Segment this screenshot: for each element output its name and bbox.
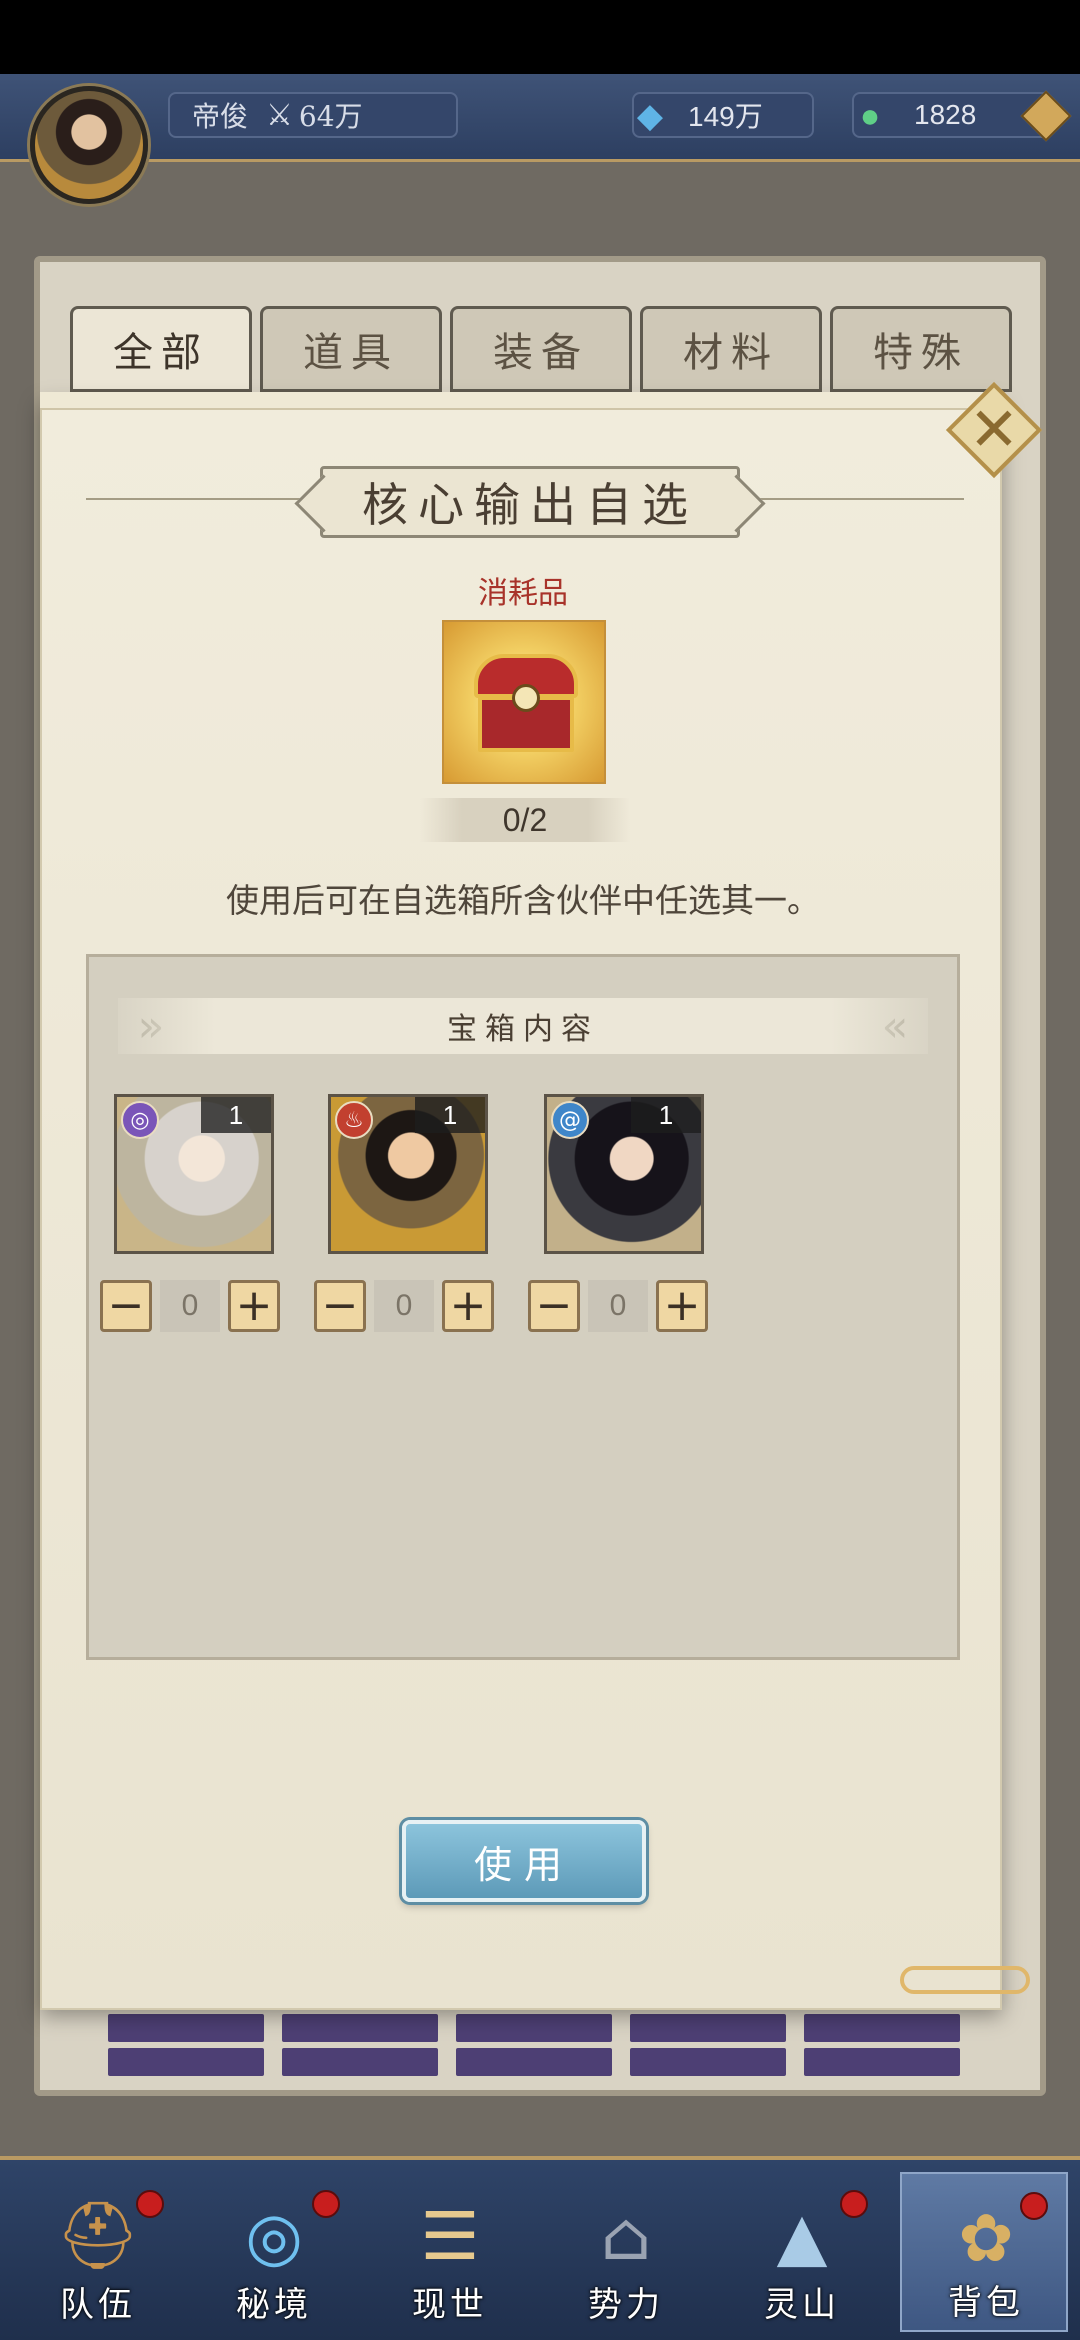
bag-slot[interactable] bbox=[108, 2048, 264, 2076]
title-divider bbox=[86, 498, 316, 500]
tab-special[interactable]: 特殊 bbox=[830, 306, 1012, 392]
bag-slot[interactable] bbox=[108, 2014, 264, 2042]
bag-slot[interactable] bbox=[456, 2014, 612, 2042]
secret-realm-icon: ◎ bbox=[245, 2197, 303, 2275]
use-button[interactable]: 使用 bbox=[402, 1820, 646, 1902]
notification-dot bbox=[840, 2190, 868, 2218]
bag-tabs: 全部 道具 装备 材料 特殊 bbox=[70, 306, 1012, 392]
treasure-chest-icon bbox=[474, 654, 578, 754]
tab-items[interactable]: 道具 bbox=[260, 306, 442, 392]
increase-button[interactable]: + bbox=[228, 1280, 280, 1332]
notification-dot bbox=[312, 2190, 340, 2218]
combat-power-icon: ⚔ bbox=[266, 97, 293, 133]
partner-card[interactable]: ◎ 1 bbox=[114, 1094, 274, 1254]
partner-quantity: 1 bbox=[631, 1097, 701, 1133]
nav-faction[interactable]: ⌂ 势力 bbox=[542, 2172, 710, 2332]
bag-slot[interactable] bbox=[630, 2048, 786, 2076]
close-icon: ✕ bbox=[968, 395, 1020, 465]
tab-materials[interactable]: 材料 bbox=[640, 306, 822, 392]
contents-title: 宝箱内容 bbox=[118, 998, 928, 1054]
quantity-stepper: − 0 + bbox=[528, 1280, 708, 1332]
decrease-button[interactable]: − bbox=[528, 1280, 580, 1332]
jade-resource[interactable]: ● 1828 bbox=[852, 90, 1072, 142]
bag-slot[interactable] bbox=[804, 2014, 960, 2042]
decrease-button[interactable]: − bbox=[100, 1280, 152, 1332]
partner-quantity: 1 bbox=[415, 1097, 485, 1133]
fire-element-icon: ♨ bbox=[335, 1101, 373, 1139]
bag-slot-row bbox=[108, 2048, 960, 2076]
item-count: 0/2 bbox=[420, 798, 630, 842]
nav-world[interactable]: ☰ 现世 bbox=[366, 2172, 534, 2332]
item-slot bbox=[442, 620, 606, 784]
player-name: 帝俊 bbox=[192, 100, 249, 133]
crystal-value: 149万 bbox=[688, 101, 763, 132]
dialog-title: 核心输出自选 bbox=[320, 466, 740, 538]
player-info: 帝俊 ⚔ 64万 bbox=[168, 92, 458, 138]
selected-quantity: 0 bbox=[588, 1280, 648, 1332]
nav-label: 势力 bbox=[588, 2285, 664, 2325]
close-button[interactable]: ✕ bbox=[945, 381, 1043, 479]
partner-quantity: 1 bbox=[201, 1097, 271, 1133]
nav-backpack[interactable]: ✿ 背包 bbox=[900, 2172, 1068, 2332]
nav-label: 现世 bbox=[412, 2285, 488, 2325]
partner-card[interactable]: @ 1 bbox=[544, 1094, 704, 1254]
item-description: 使用后可在自选箱所含伙伴中任选其一。 bbox=[226, 882, 820, 919]
bag-slot-row bbox=[108, 2014, 960, 2042]
nav-label: 队伍 bbox=[60, 2285, 136, 2325]
quantity-stepper: − 0 + bbox=[314, 1280, 494, 1332]
bag-slot[interactable] bbox=[456, 2048, 612, 2076]
quantity-stepper: − 0 + bbox=[100, 1280, 280, 1332]
world-icon: ☰ bbox=[420, 2197, 480, 2275]
nav-team[interactable]: ⛑ 队伍 bbox=[14, 2172, 182, 2332]
nav-label: 灵山 bbox=[764, 2285, 840, 2325]
bag-slot[interactable] bbox=[630, 2014, 786, 2042]
mountain-icon: ▲ bbox=[776, 2197, 828, 2275]
title-divider bbox=[744, 498, 964, 500]
crystal-icon: ◆ bbox=[636, 97, 664, 135]
scroll-ornament bbox=[900, 1966, 1030, 1994]
jade-value: 1828 bbox=[914, 99, 977, 130]
combat-power-value: 64万 bbox=[298, 100, 363, 133]
selected-quantity: 0 bbox=[374, 1280, 434, 1332]
team-icon: ⛑ bbox=[56, 2197, 140, 2274]
status-bar bbox=[0, 0, 1080, 74]
partner-card[interactable]: ♨ 1 bbox=[328, 1094, 488, 1254]
nav-mountain[interactable]: ▲ 灵山 bbox=[718, 2172, 886, 2332]
water-element-icon: @ bbox=[551, 1101, 589, 1139]
nav-label: 秘境 bbox=[236, 2285, 312, 2325]
player-avatar[interactable] bbox=[30, 86, 148, 204]
notification-dot bbox=[136, 2190, 164, 2218]
bag-slot[interactable] bbox=[282, 2048, 438, 2076]
bag-slot[interactable] bbox=[804, 2048, 960, 2076]
increase-button[interactable]: + bbox=[442, 1280, 494, 1332]
tab-all[interactable]: 全部 bbox=[70, 306, 252, 392]
dialog-scroll-edge bbox=[40, 392, 1002, 410]
nav-label: 背包 bbox=[948, 2283, 1024, 2323]
notification-dot bbox=[1020, 2192, 1048, 2220]
increase-button[interactable]: + bbox=[656, 1280, 708, 1332]
bag-slot[interactable] bbox=[282, 2014, 438, 2042]
jade-icon: ● bbox=[859, 96, 881, 135]
faction-icon: ⌂ bbox=[600, 2197, 652, 2275]
tab-equipment[interactable]: 装备 bbox=[450, 306, 632, 392]
selected-quantity: 0 bbox=[160, 1280, 220, 1332]
purple-element-icon: ◎ bbox=[121, 1101, 159, 1139]
item-category: 消耗品 bbox=[478, 577, 568, 610]
nav-secret-realm[interactable]: ◎ 秘境 bbox=[190, 2172, 358, 2332]
crystal-resource[interactable]: ◆ 149万 bbox=[632, 92, 814, 138]
decrease-button[interactable]: − bbox=[314, 1280, 366, 1332]
